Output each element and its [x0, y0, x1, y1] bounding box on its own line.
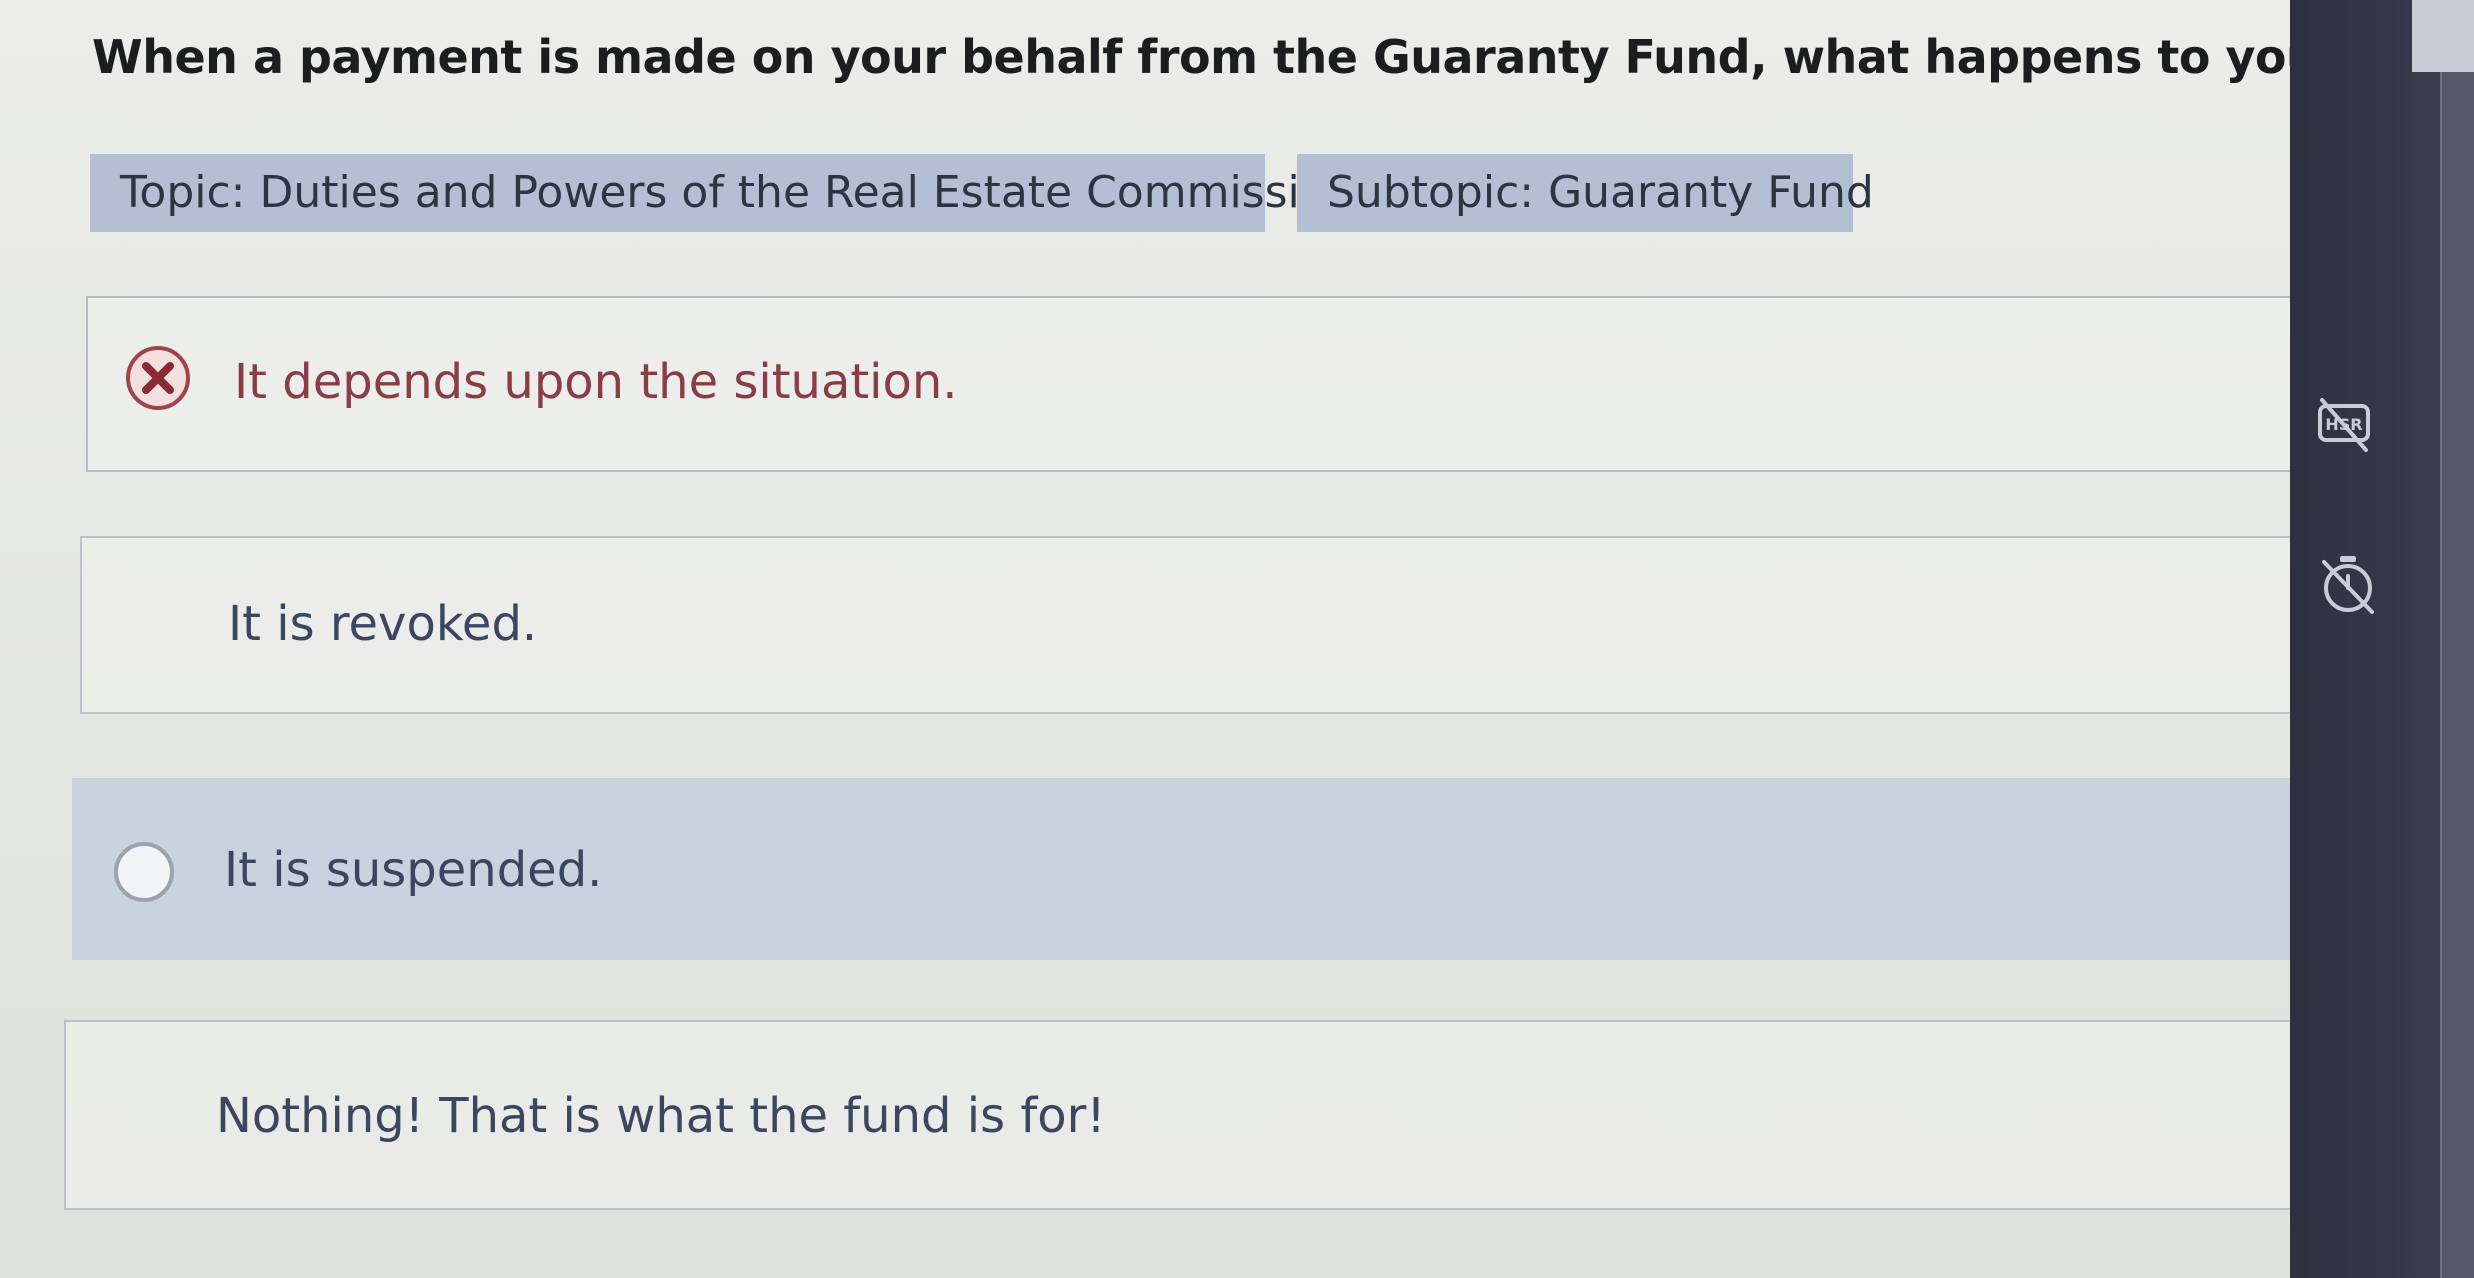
question-text: When a payment is made on your behalf fr…: [92, 30, 2290, 84]
device-bezel: [2440, 0, 2474, 1278]
answer-option-4[interactable]: Nothing! That is what the fund is for!: [64, 1020, 2290, 1210]
quiz-screen: When a payment is made on your behalf fr…: [0, 0, 2290, 1278]
hsr-hidden-icon[interactable]: HSR: [2312, 394, 2376, 458]
subtopic-tag: Subtopic: Guaranty Fund: [1297, 154, 1874, 232]
answer-option-label: It depends upon the situation.: [234, 354, 958, 410]
timer-off-icon[interactable]: [2316, 552, 2380, 616]
answer-option-3[interactable]: It is suspended.: [72, 778, 2290, 960]
incorrect-x-icon: [126, 346, 190, 410]
answer-option-label: It is suspended.: [224, 842, 603, 898]
topic-tag: Topic: Duties and Powers of the Real Est…: [90, 154, 1355, 232]
radio-button[interactable]: [114, 842, 174, 902]
answer-option-2[interactable]: It is revoked.: [80, 536, 2290, 714]
answer-option-1[interactable]: It depends upon the situation.: [86, 296, 2290, 472]
bezel-corner: [2412, 0, 2474, 72]
answer-option-label: Nothing! That is what the fund is for!: [216, 1088, 1106, 1144]
answer-option-label: It is revoked.: [228, 596, 538, 652]
